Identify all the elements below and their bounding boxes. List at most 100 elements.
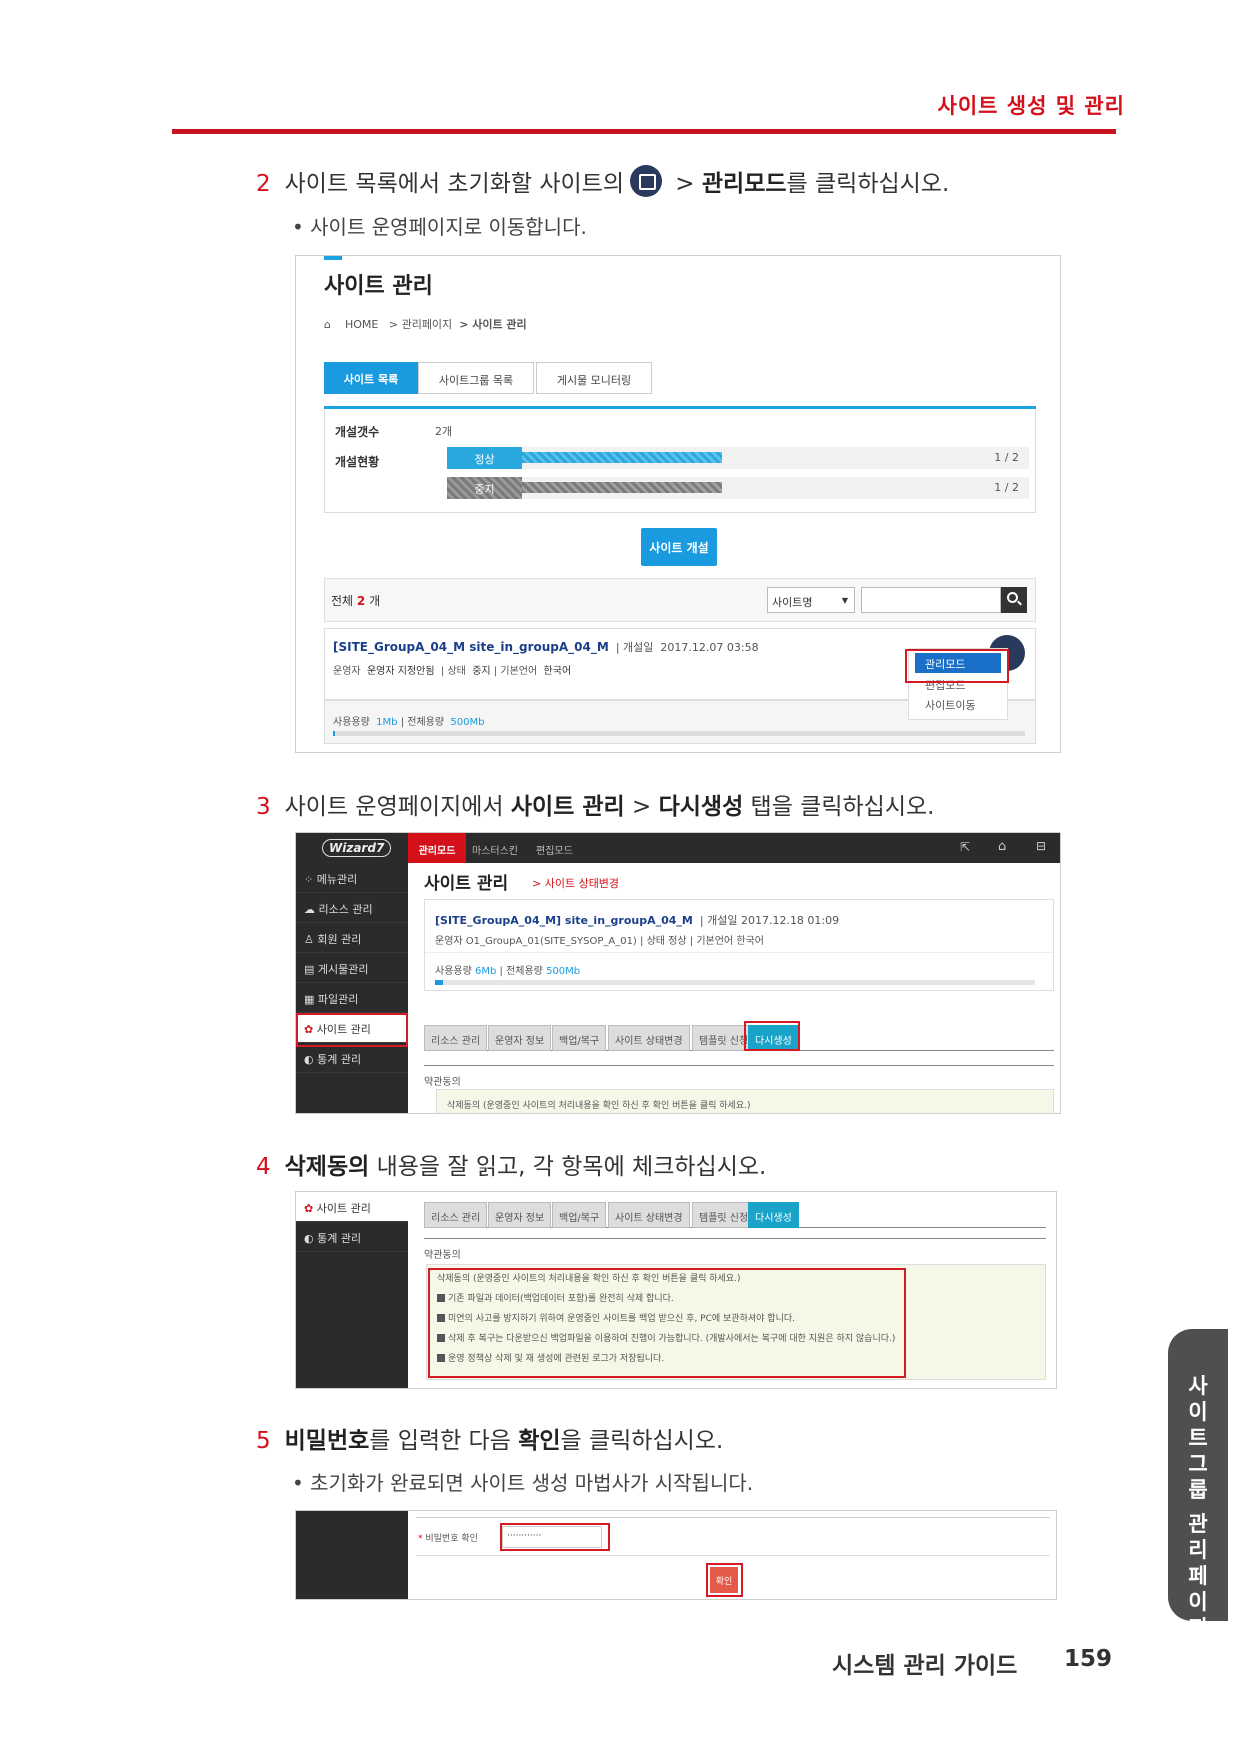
tab-admin-mode[interactable]: 관리모드 (408, 833, 466, 863)
step-5: 5 비밀번호를 입력한 다음 확인을 클릭하십시오. (256, 1421, 723, 1455)
operator-value: 운영자 지정안됨 (366, 666, 435, 677)
step-bold: 비밀번호 (284, 1428, 370, 1454)
site-info-meta: 운영자 O1_GroupA_01(SITE_SYSOP_A_01) | 상태 정… (435, 936, 764, 947)
tab-site-list[interactable]: 사이트 목록 (324, 362, 418, 394)
search-input[interactable] (861, 587, 1001, 613)
side-tab-char: 그 (1188, 1452, 1208, 1476)
external-link-icon[interactable]: ⇱ (960, 840, 970, 854)
title-accent (324, 256, 342, 260)
top-bar: Wizard7 관리모드 마스터스킨 편집모드 ⇱ ⌂ ⊟ (296, 833, 1060, 863)
tab-status[interactable]: 사이트 상태변경 (608, 1202, 690, 1228)
used-value: 6Mb (475, 966, 497, 977)
sidebar-item-files[interactable]: ▦ 파일관리 (296, 983, 408, 1013)
status-value: 중지 (472, 666, 491, 677)
sidebar-item-posts[interactable]: ▤ 게시물관리 (296, 953, 408, 983)
tab-template[interactable]: 템플릿 신청 (692, 1202, 756, 1228)
step-4: 4 삭제동의 내용을 잘 읽고, 각 항목에 체크하십시오. (256, 1147, 766, 1181)
divider (425, 952, 1053, 953)
list-toolbar: 전체 2 개 사이트명 ▼ (324, 578, 1036, 622)
operator-value: O1_GroupA_01(SITE_SYSOP_A_01) (465, 936, 637, 947)
sidebar-item-resource[interactable]: ☁ 리소스 관리 (296, 893, 408, 923)
used-value: 1Mb (376, 717, 398, 728)
total-suffix: 개 (365, 594, 381, 608)
home-icon[interactable]: ⌂ (998, 839, 1006, 854)
chapter-title: 사이트 생성 및 관리 (937, 94, 1125, 118)
screenshot-delete-agreement: ✿ 사이트 관리 ◐ 통계 관리 리소스 관리 운영자 정보 백업/복구 사이트… (295, 1191, 1057, 1389)
search-button[interactable] (1001, 587, 1027, 613)
divider (424, 1238, 1046, 1239)
sidebar: ✿ 사이트 관리 ◐ 통계 관리 (296, 1192, 408, 1388)
tab-regenerate[interactable]: 다시생성 (748, 1202, 799, 1228)
side-tab-char: 이 (1188, 1400, 1208, 1424)
tab-post-monitoring[interactable]: 게시물 모니터링 (536, 362, 652, 394)
step-bold: 관리모드 (701, 171, 787, 197)
open-site-button[interactable]: 사이트 개설 (641, 528, 717, 566)
password-label: * 비밀번호 확인 (418, 1531, 478, 1544)
side-tab-gap (1168, 1503, 1228, 1511)
unlock-icon[interactable]: ⊟ (1036, 839, 1046, 853)
select-value: 사이트명 (772, 596, 813, 609)
status-label: 상태 (447, 666, 466, 677)
side-tab-char: 사 (1188, 1374, 1208, 1398)
sidebar-item-site-manage[interactable]: ✿ 사이트 관리 (296, 1192, 408, 1222)
tab-backup[interactable]: 백업/복구 (552, 1202, 607, 1228)
sidebar (296, 1511, 408, 1599)
side-tab-char: 트 (1188, 1426, 1208, 1450)
usage-bar-fill (435, 980, 443, 985)
tab-operator[interactable]: 운영자 정보 (488, 1025, 552, 1051)
capacity-label: 전체용량 (506, 966, 543, 977)
tab-master-skin[interactable]: 마스터스킨 (472, 842, 518, 857)
menu-site-move[interactable]: 사이트이동 (925, 697, 976, 713)
tab-edit-mode[interactable]: 편집모드 (536, 842, 573, 857)
sidebar-label: 통계 관리 (317, 1053, 362, 1066)
usage-bar (333, 731, 1025, 736)
stopped-badge: 중지 (447, 477, 522, 499)
search-type-select[interactable]: 사이트명 ▼ (767, 587, 855, 613)
breadcrumb-home[interactable]: HOME (345, 318, 378, 331)
tab-status[interactable]: 사이트 상태변경 (608, 1025, 690, 1051)
sidebar-item-member[interactable]: ♙ 회원 관리 (296, 923, 408, 953)
bullet-text: 초기화가 완료되면 사이트 생성 마법사가 시작됩니다. (310, 1471, 754, 1495)
sidebar-item-menu[interactable]: ⁘ 메뉴관리 (296, 863, 408, 893)
capacity-label: 전체용량 (407, 717, 445, 728)
language-value: 한국어 (543, 666, 572, 677)
site-usage: 사용용량 6Mb | 전체용량 500Mb (435, 966, 581, 977)
tab-backup[interactable]: 백업/복구 (552, 1025, 607, 1051)
sidebar-item-stats[interactable]: ◐ 통계 관리 (296, 1043, 408, 1073)
step-text: 탭을 클릭하십시오. (743, 794, 935, 820)
home-icon[interactable]: ⌂ (324, 318, 331, 331)
used-label: 사용용량 (333, 717, 370, 728)
password-label-text: 비밀번호 확인 (425, 1534, 478, 1544)
site-name[interactable]: [SITE_GroupA_04_M site_in_groupA_04_M (333, 640, 609, 654)
site-row-meta: 운영자 운영자 지정안됨 | 상태 중지 | 기본언어 한국어 (333, 666, 572, 677)
step-2-bullet: • 사이트 운영페이지로 이동합니다. (292, 215, 587, 239)
highlight-agree-items (428, 1268, 906, 1378)
search-icon-handle (1017, 600, 1022, 606)
operator-label: 운영자 (435, 936, 463, 947)
side-tab-char: 지 (1188, 1616, 1208, 1640)
highlight-site-manage (296, 1013, 408, 1047)
step-number: 5 (256, 1428, 271, 1454)
step-bold: 다시생성 (658, 794, 744, 820)
tab-resource[interactable]: 리소스 관리 (424, 1202, 488, 1228)
manage-circle-icon (629, 165, 662, 197)
step-2: 2 사이트 목록에서 초기화할 사이트의 > 관리모드를 클릭하십시오. (256, 164, 949, 198)
step-text: 를 입력한 다음 (369, 1428, 519, 1454)
breadcrumb-item[interactable]: > 관리페이지 (389, 318, 452, 331)
step-text: 내용을 잘 읽고, 각 항목에 체크하십시오. (369, 1154, 767, 1180)
normal-badge: 정상 (447, 447, 522, 469)
normal-ratio: 1 / 2 (994, 451, 1019, 464)
manage-tabs: 리소스 관리 운영자 정보 백업/복구 사이트 상태변경 템플릿 신청 다시생성 (424, 1202, 1046, 1228)
sidebar-item-stats[interactable]: ◐ 통계 관리 (296, 1222, 408, 1252)
tab-resource[interactable]: 리소스 관리 (424, 1025, 488, 1051)
step-bold: 삭제동의 (284, 1154, 370, 1180)
tab-operator[interactable]: 운영자 정보 (488, 1202, 552, 1228)
step-number: 2 (256, 171, 271, 197)
total-count: 전체 2 개 (331, 592, 380, 609)
step-bold: 확인 (518, 1428, 561, 1454)
site-info-header: [SITE_GroupA_04_M] site_in_groupA_04_M |… (435, 914, 840, 927)
sidebar: ⁘ 메뉴관리 ☁ 리소스 관리 ♙ 회원 관리 ▤ 게시물관리 ▦ 파일관리 ✿… (296, 863, 408, 1113)
tab-site-group-list[interactable]: 사이트그룹 목록 (418, 362, 534, 394)
sidebar-label: 메뉴관리 (316, 873, 358, 886)
page-subtitle: > 사이트 상태변경 (532, 877, 620, 890)
